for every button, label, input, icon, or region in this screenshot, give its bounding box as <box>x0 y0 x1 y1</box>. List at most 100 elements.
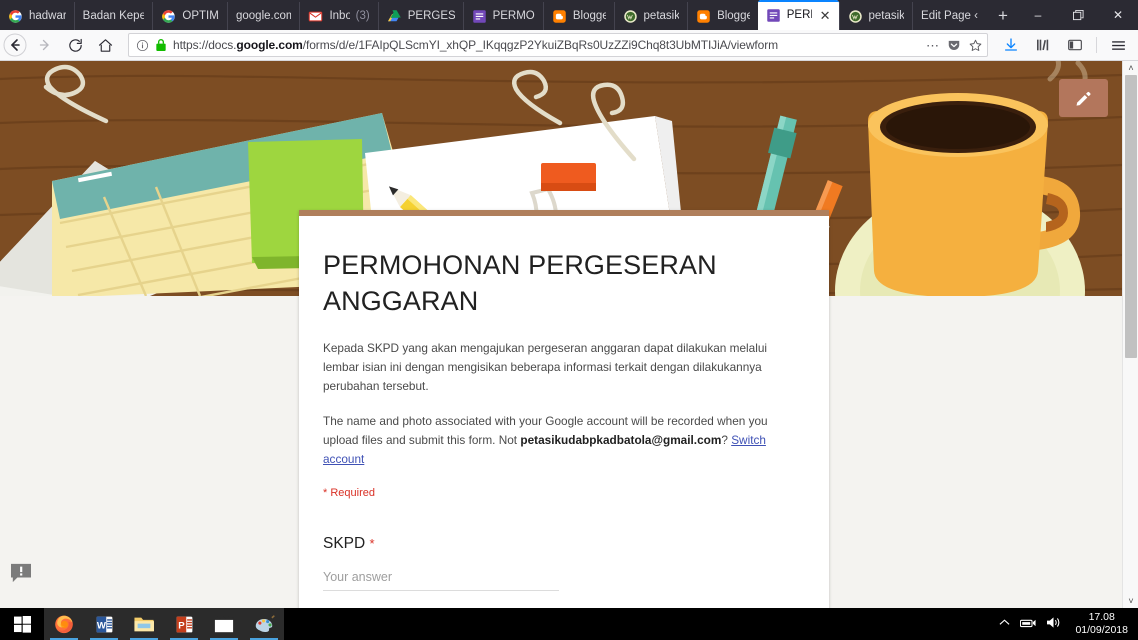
tab-label: petasiku <box>643 10 680 22</box>
clock-date: 01/09/2018 <box>1075 624 1128 636</box>
edit-form-button[interactable] <box>1059 79 1108 117</box>
tab-label: Badan Kepeg <box>82 10 145 22</box>
tab-label: petasiku <box>868 10 905 22</box>
tab-unread-count: (3) <box>355 10 370 22</box>
pencil-icon <box>1076 91 1091 106</box>
tab-petasiku-1[interactable]: petasiku <box>613 2 688 30</box>
tab-label: Blogger <box>717 10 750 22</box>
tab-inbox[interactable]: Inbox (3) <box>299 2 377 30</box>
bookmark-star-icon[interactable] <box>968 38 983 53</box>
home-icon <box>98 38 112 52</box>
network-icon <box>1020 619 1036 627</box>
google-icon <box>9 9 22 23</box>
sidebar-icon <box>1068 39 1082 51</box>
page-info-icon[interactable] <box>136 39 149 52</box>
forms-icon <box>767 8 780 22</box>
tab-blogger-2[interactable]: Blogger <box>687 2 758 30</box>
account-email: petasikudabpkadbatola@gmail.com <box>520 432 722 447</box>
toolbar-right-actions <box>996 31 1138 59</box>
taskbar-powerpoint[interactable]: P <box>164 608 204 640</box>
windows-start-icon <box>13 615 31 633</box>
close-window-button[interactable]: ✕ <box>1098 0 1138 30</box>
url-bar[interactable]: https://docs.google.com/forms/d/e/1FAIpQ… <box>128 33 988 57</box>
toolbar-divider <box>1096 37 1097 53</box>
skpd-input[interactable]: Your answer <box>323 570 559 591</box>
ellipsis-icon[interactable]: ⋯ <box>926 39 940 52</box>
tab-blogger-1[interactable]: Blogger <box>542 2 614 30</box>
blogger-icon <box>553 9 566 23</box>
tab-permohonan-active[interactable]: PERM ✕ <box>757 0 839 30</box>
tab-label: OPTIMA <box>182 10 219 22</box>
tab-hadware[interactable]: hadware <box>0 2 74 30</box>
firefox-icon <box>55 615 73 634</box>
vertical-scrollbar[interactable]: ˄ ˅ <box>1122 61 1138 608</box>
tab-label: google.com/ <box>236 10 291 22</box>
tab-close-icon[interactable]: ✕ <box>820 9 831 22</box>
restore-icon <box>1072 9 1084 20</box>
required-star: * <box>369 535 375 551</box>
page-viewport: PERMOHONAN PERGESERAN ANGGARAN Kepada SK… <box>0 61 1138 608</box>
forward-arrow-icon <box>39 39 49 51</box>
gmail-icon <box>309 11 323 21</box>
clock-time: 17.08 <box>1088 610 1115 623</box>
hamburger-menu-icon <box>1111 40 1125 50</box>
taskbar-word[interactable]: W <box>84 608 124 640</box>
windows-taskbar: W P 17.08 01/09/2018 <box>0 608 1138 640</box>
google-form-card: PERMOHONAN PERGESERAN ANGGARAN Kepada SK… <box>299 210 829 608</box>
tab-google-com[interactable]: google.com/ <box>227 2 299 30</box>
powerpoint-icon: P <box>176 616 192 632</box>
back-button[interactable] <box>0 31 30 59</box>
browser-window: hadware Badan Kepeg OPTIMA google.com/ I… <box>0 0 1138 640</box>
chevron-up-icon <box>999 619 1010 625</box>
new-tab-button[interactable]: + <box>988 2 1018 30</box>
show-hidden-icons-button[interactable] <box>999 618 1010 630</box>
form-title: PERMOHONAN PERGESERAN ANGGARAN <box>323 250 717 316</box>
tab-edit-page[interactable]: Edit Page ‹ b <box>912 2 988 30</box>
forward-button[interactable] <box>30 31 60 59</box>
tab-bar: hadware Badan Kepeg OPTIMA google.com/ I… <box>0 0 1138 30</box>
minimize-button[interactable]: – <box>1018 0 1058 30</box>
taskbar-paint[interactable] <box>244 608 284 640</box>
tab-optima[interactable]: OPTIMA <box>152 2 227 30</box>
app-menu-button[interactable] <box>1103 31 1133 59</box>
tab-badan-kepeg[interactable]: Badan Kepeg <box>73 2 153 30</box>
required-note: * Required <box>323 486 375 499</box>
secure-lock-icon[interactable] <box>155 38 167 52</box>
tab-label: PERGESE <box>407 10 455 22</box>
sidebar-button[interactable] <box>1060 31 1090 59</box>
coffee-cup <box>835 93 1085 296</box>
taskbar-movie-maker[interactable] <box>204 608 244 640</box>
scroll-down-arrow[interactable]: ˅ <box>1123 594 1138 608</box>
volume-icon <box>1047 617 1060 628</box>
reload-button[interactable] <box>60 31 90 59</box>
downloads-button[interactable] <box>996 31 1026 59</box>
taskbar-firefox[interactable] <box>44 608 84 640</box>
network-button[interactable] <box>1020 617 1036 632</box>
start-button[interactable] <box>0 608 44 640</box>
maximize-button[interactable] <box>1058 0 1098 30</box>
question-skpd: SKPD * Your answer <box>323 535 805 591</box>
clock[interactable]: 17.08 01/09/2018 <box>1071 611 1128 637</box>
feedback-button[interactable] <box>10 563 32 583</box>
tab-label: Edit Page ‹ b <box>921 10 980 22</box>
volume-button[interactable] <box>1046 616 1061 632</box>
scrollbar-thumb[interactable] <box>1125 75 1137 358</box>
downloads-icon <box>1005 38 1017 51</box>
account-notice-suffix: ? <box>721 432 732 447</box>
tab-permohonan-1[interactable]: PERMOH <box>462 2 543 30</box>
tab-petasiku-2[interactable]: petasiku <box>838 2 913 30</box>
question-label: SKPD * <box>323 535 805 553</box>
blogger-icon <box>697 9 710 23</box>
taskbar-file-explorer[interactable] <box>124 608 164 640</box>
svg-text:P: P <box>178 620 185 631</box>
tab-pergeseran[interactable]: PERGESE <box>377 2 463 30</box>
forms-icon <box>472 9 486 23</box>
scroll-up-arrow[interactable]: ˄ <box>1123 61 1138 75</box>
tab-label: PERMOH <box>492 10 535 22</box>
home-button[interactable] <box>90 31 120 59</box>
library-button[interactable] <box>1028 31 1058 59</box>
urlbar-actions: ⋯ <box>920 38 983 53</box>
back-arrow-icon <box>3 33 27 57</box>
window-controls: – ✕ <box>1018 0 1138 30</box>
pocket-icon[interactable] <box>947 38 961 52</box>
